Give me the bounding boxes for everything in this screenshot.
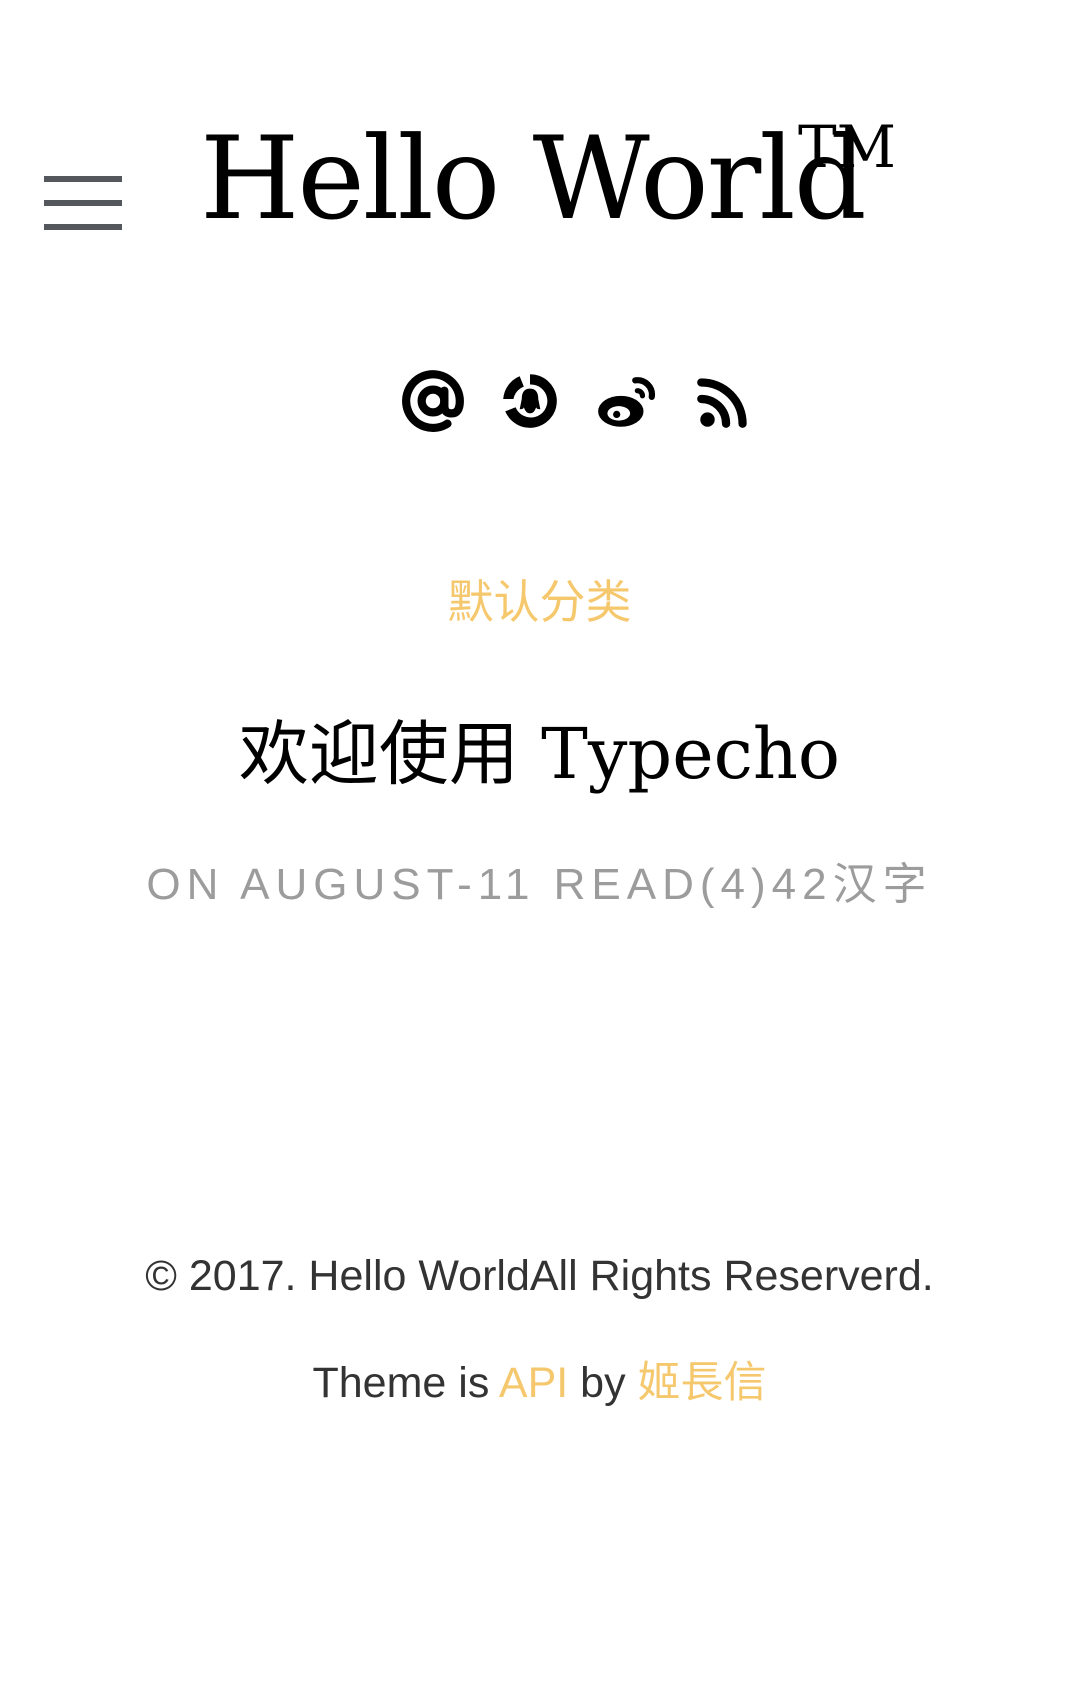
at-email-icon[interactable] [400,368,466,434]
weibo-icon[interactable] [594,368,660,434]
site-title[interactable]: Hello World [200,122,867,236]
by-text: by [568,1359,638,1407]
qq-icon[interactable] [497,368,563,434]
post-meta: ON AUGUST-11 READ(4)42汉字 [146,860,933,909]
footer-copyright: © 2017. Hello WorldAll Rights Reserverd. [145,1252,934,1300]
menu-bar-bottom [44,224,122,230]
trademark-mark: TM [798,113,897,181]
theme-prefix-text: Theme is [312,1359,499,1407]
author-link[interactable]: 姬長信 [638,1359,767,1407]
social-links [400,368,760,438]
menu-bar-top [44,176,122,182]
post-title-link[interactable]: 欢迎使用 Typecho [0,698,1079,799]
theme-name-link[interactable]: API [499,1359,568,1407]
rss-icon[interactable] [691,368,757,434]
menu-bar-middle [44,200,122,206]
hamburger-menu-icon[interactable] [44,176,122,232]
post-category-link[interactable]: 默认分类 [0,566,1079,632]
footer-theme-credit: Theme is API by 姬長信 [0,1348,1079,1410]
